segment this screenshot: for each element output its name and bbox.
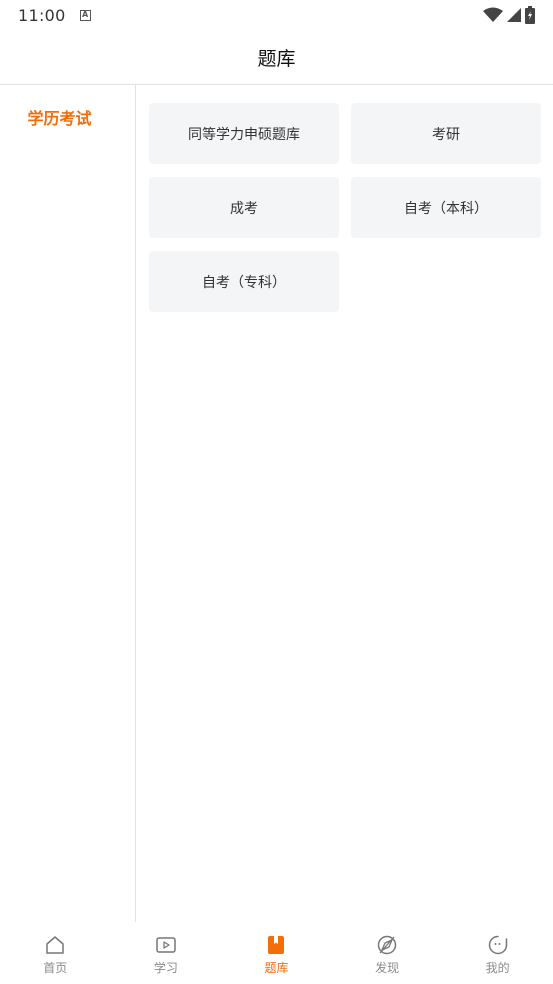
tab-label: 学习 xyxy=(153,961,178,975)
title-bar: 题库 xyxy=(0,30,553,85)
battery-icon xyxy=(525,6,535,24)
status-bar: 11:00 A xyxy=(0,0,553,30)
tab-label: 我的 xyxy=(485,961,510,975)
status-icons xyxy=(483,6,535,24)
tab-mine[interactable]: 我的 xyxy=(442,922,553,984)
face-icon xyxy=(488,935,507,955)
compass-icon xyxy=(377,935,397,955)
category-card-equivalent-master[interactable]: 同等学力申硕题库 xyxy=(149,103,339,164)
tab-home[interactable]: 首页 xyxy=(0,922,111,984)
play-icon xyxy=(156,937,176,953)
page-title: 题库 xyxy=(257,47,296,70)
bottom-tab-bar: 首页 学习 题库 发现 我的 xyxy=(0,922,553,984)
category-sidebar: 学历考试 xyxy=(0,85,136,922)
category-card-postgraduate[interactable]: 考研 xyxy=(351,103,541,164)
bookmark-book-icon xyxy=(268,936,285,954)
tab-label: 发现 xyxy=(375,961,400,975)
tab-label: 题库 xyxy=(264,961,289,975)
tab-question-bank[interactable]: 题库 xyxy=(221,922,332,984)
tab-label: 首页 xyxy=(43,961,68,975)
category-card-self-exam-bachelor[interactable]: 自考（本科） xyxy=(351,177,541,238)
category-card-self-exam-associate[interactable]: 自考（专科） xyxy=(149,251,339,312)
home-icon xyxy=(46,936,65,954)
signal-icon xyxy=(507,8,521,22)
wifi-icon xyxy=(483,7,503,22)
notification-icon: A xyxy=(79,9,91,21)
status-time: 11:00 xyxy=(18,5,66,25)
tab-discover[interactable]: 发现 xyxy=(332,922,443,984)
tab-study[interactable]: 学习 xyxy=(111,922,222,984)
category-card-adult-exam[interactable]: 成考 xyxy=(149,177,339,238)
sidebar-item-academic-exam[interactable]: 学历考试 xyxy=(0,105,135,129)
